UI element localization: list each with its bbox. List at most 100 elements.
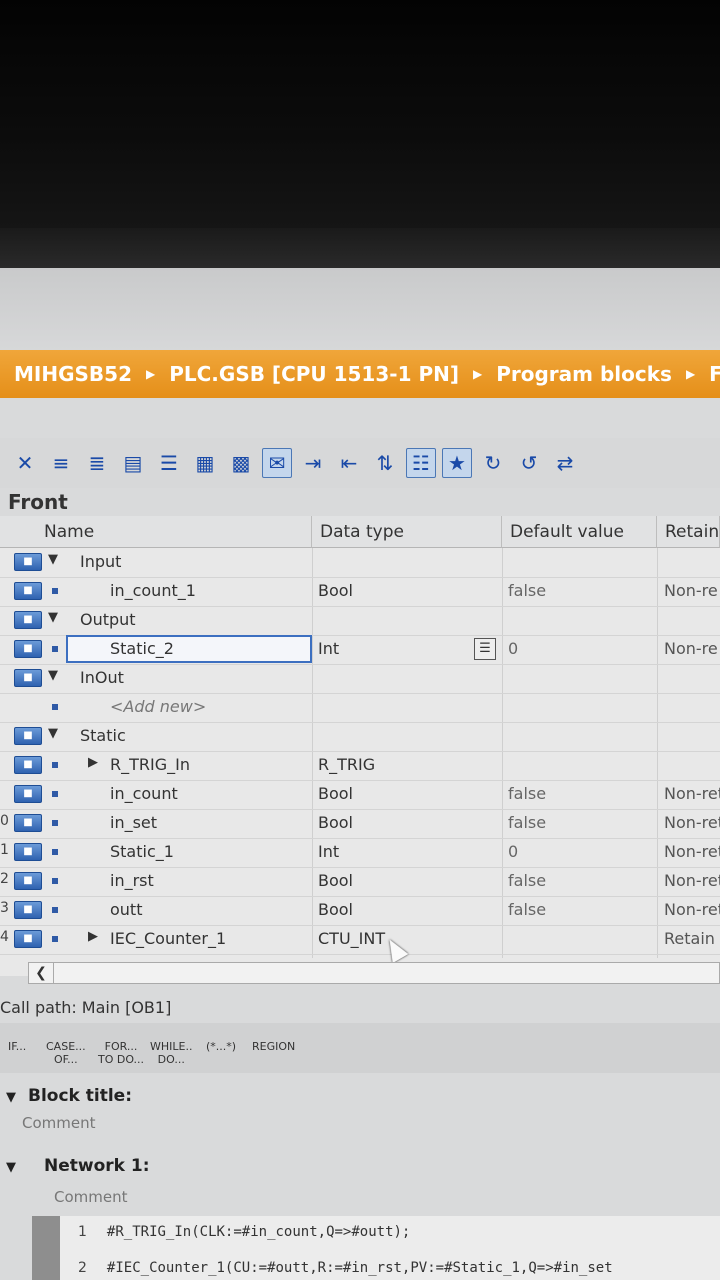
variable-default-value[interactable]: false xyxy=(508,900,546,919)
data-type-list-icon[interactable]: ☰ xyxy=(474,638,496,660)
breadcrumb-plc[interactable]: PLC.GSB [CPU 1513-1 PN] xyxy=(169,362,459,386)
selected-name-cell[interactable] xyxy=(66,635,312,663)
variable-retain[interactable]: Non-re xyxy=(664,639,718,658)
variable-data-type[interactable]: Int xyxy=(318,639,339,658)
table-row[interactable]: ■ ▼ Static xyxy=(0,722,720,752)
table-row[interactable]: 3 ■ outt Bool false Non-reta xyxy=(0,896,720,926)
table-row[interactable]: <Add new> xyxy=(0,693,720,723)
variable-name[interactable]: in_count xyxy=(110,784,178,803)
snippet-case[interactable]: CASE... OF... xyxy=(46,1040,86,1066)
variable-name[interactable]: IEC_Counter_1 xyxy=(110,929,226,948)
snippet-while[interactable]: WHILE.. DO... xyxy=(150,1040,192,1066)
align-left-icon[interactable]: ☰ xyxy=(154,448,184,478)
table-filled-icon[interactable]: ▩ xyxy=(226,448,256,478)
list-view-icon[interactable]: ☷ xyxy=(406,448,436,478)
variable-retain[interactable]: Retain xyxy=(664,929,715,948)
comment-icon[interactable]: ✉ xyxy=(262,448,292,478)
variable-retain[interactable]: Non-reta xyxy=(664,900,720,919)
column-header-name[interactable]: Name xyxy=(0,516,312,548)
table-row[interactable]: ■ in_count_1 Bool false Non-re xyxy=(0,577,720,607)
delete-rows-icon[interactable]: ✕ xyxy=(10,448,40,478)
variable-retain[interactable]: Non-ret xyxy=(664,842,720,861)
table-row[interactable]: ■ ▼ Output xyxy=(0,606,720,636)
variable-data-type[interactable]: Bool xyxy=(318,871,353,890)
variable-name[interactable]: R_TRIG_In xyxy=(110,755,190,774)
outdent-icon[interactable]: ⇤ xyxy=(334,448,364,478)
variable-default-value[interactable]: false xyxy=(508,871,546,890)
block-title-header[interactable]: ▼ Block title: xyxy=(6,1086,132,1106)
variable-data-type[interactable]: Bool xyxy=(318,784,353,803)
add-new-placeholder[interactable]: <Add new> xyxy=(110,697,206,716)
collapse-icon[interactable]: ▼ xyxy=(48,668,58,683)
snippet-for[interactable]: FOR... TO DO... xyxy=(98,1040,144,1066)
chevron-right-icon: ▶ xyxy=(145,367,156,381)
variable-name[interactable]: in_set xyxy=(110,813,157,832)
code-line[interactable]: 1 #R_TRIG_In(CLK:=#in_count,Q=>#outt); xyxy=(78,1224,410,1240)
variable-data-type[interactable]: Bool xyxy=(318,581,353,600)
go-online-icon[interactable]: ↺ xyxy=(514,448,544,478)
variable-retain[interactable]: Non-re xyxy=(664,581,718,600)
code-line[interactable]: 2 #IEC_Counter_1(CU:=#outt,R:=#in_rst,PV:… xyxy=(78,1260,613,1276)
section-label: Output xyxy=(80,610,136,629)
variable-retain[interactable]: Non-ret xyxy=(664,784,720,803)
variable-default-value[interactable]: false xyxy=(508,581,546,600)
variable-data-type[interactable]: CTU_INT xyxy=(318,929,385,948)
table-row[interactable]: 0 ■ in_set Bool false Non-ret xyxy=(0,809,720,839)
snippet-region[interactable]: REGION xyxy=(252,1040,295,1053)
network-comment[interactable]: Comment xyxy=(54,1188,128,1206)
table-row[interactable]: ■ ▼ InOut xyxy=(0,664,720,694)
breadcrumb-block[interactable]: Front xyxy=(709,362,720,386)
table-row[interactable]: ■ ▶ R_TRIG_In R_TRIG xyxy=(0,751,720,781)
variable-default-value[interactable]: 0 xyxy=(508,639,518,658)
variable-data-type[interactable]: R_TRIG xyxy=(318,755,375,774)
snippet-if[interactable]: IF... xyxy=(8,1040,26,1053)
variable-name[interactable]: in_rst xyxy=(110,871,154,890)
expand-icon[interactable]: ▶ xyxy=(88,929,98,944)
table-icon[interactable]: ▦ xyxy=(190,448,220,478)
variable-retain[interactable]: Non-reta xyxy=(664,871,720,890)
horizontal-scrollbar[interactable]: ❮ xyxy=(28,962,720,984)
variable-retain[interactable]: Non-ret xyxy=(664,813,720,832)
variable-name[interactable]: Static_2 xyxy=(110,639,174,658)
collapse-icon[interactable]: ▼ xyxy=(6,1160,16,1175)
data-block-icon[interactable]: ▤ xyxy=(118,448,148,478)
expand-icon[interactable]: ▶ xyxy=(88,755,98,770)
variable-data-type[interactable]: Bool xyxy=(318,813,353,832)
favorites-icon[interactable]: ★ xyxy=(442,448,472,478)
add-row-icon[interactable]: ≣ xyxy=(82,448,112,478)
scroll-left-icon[interactable]: ❮ xyxy=(29,963,54,983)
insert-row-icon[interactable]: ≡ xyxy=(46,448,76,478)
variable-default-value[interactable]: false xyxy=(508,784,546,803)
compare-icon[interactable]: ⇄ xyxy=(550,448,580,478)
collapse-icon[interactable]: ▼ xyxy=(6,1090,16,1105)
breadcrumb-project[interactable]: MIHGSB52 xyxy=(14,362,132,386)
expand-all-icon[interactable]: ⇅ xyxy=(370,448,400,478)
collapse-icon[interactable]: ▼ xyxy=(48,610,58,625)
block-editor-toolbar: ✕ ≡ ≣ ▤ ☰ ▦ ▩ ✉ ⇥ ⇤ ⇅ ☷ ★ ↻ ↺ ⇄ xyxy=(0,438,720,488)
variable-data-type[interactable]: Int xyxy=(318,842,339,861)
indent-icon[interactable]: ⇥ xyxy=(298,448,328,478)
network-header[interactable]: ▼ Network 1: xyxy=(6,1156,150,1176)
collapse-icon[interactable]: ▼ xyxy=(48,552,58,567)
column-header-default-value[interactable]: Default value xyxy=(502,516,657,548)
table-row[interactable]: ■ in_count Bool false Non-ret xyxy=(0,780,720,810)
table-row[interactable]: ■ Static_2 Int ☰ 0 Non-re xyxy=(0,635,720,665)
table-row[interactable]: 2 ■ in_rst Bool false Non-reta xyxy=(0,867,720,897)
variable-default-value[interactable]: false xyxy=(508,813,546,832)
table-row[interactable]: ■ ▼ Input xyxy=(0,548,720,578)
scl-code-editor[interactable]: 1 #R_TRIG_In(CLK:=#in_count,Q=>#outt); 2 #… xyxy=(32,1216,720,1280)
variable-name[interactable]: outt xyxy=(110,900,142,919)
breadcrumb-program-blocks[interactable]: Program blocks xyxy=(496,362,672,386)
table-row[interactable]: 4 ■ ▶ IEC_Counter_1 CTU_INT Retain xyxy=(0,925,720,955)
monitor-icon[interactable]: ↻ xyxy=(478,448,508,478)
variable-name[interactable]: in_count_1 xyxy=(110,581,196,600)
column-header-data-type[interactable]: Data type xyxy=(312,516,502,548)
variable-name[interactable]: Static_1 xyxy=(110,842,174,861)
collapse-icon[interactable]: ▼ xyxy=(48,726,58,741)
column-header-retain[interactable]: Retain xyxy=(657,516,720,548)
table-row[interactable]: 1 ■ Static_1 Int 0 Non-ret xyxy=(0,838,720,868)
variable-default-value[interactable]: 0 xyxy=(508,842,518,861)
snippet-comment[interactable]: (*...*) xyxy=(206,1040,236,1053)
variable-data-type[interactable]: Bool xyxy=(318,900,353,919)
block-comment[interactable]: Comment xyxy=(22,1114,96,1132)
